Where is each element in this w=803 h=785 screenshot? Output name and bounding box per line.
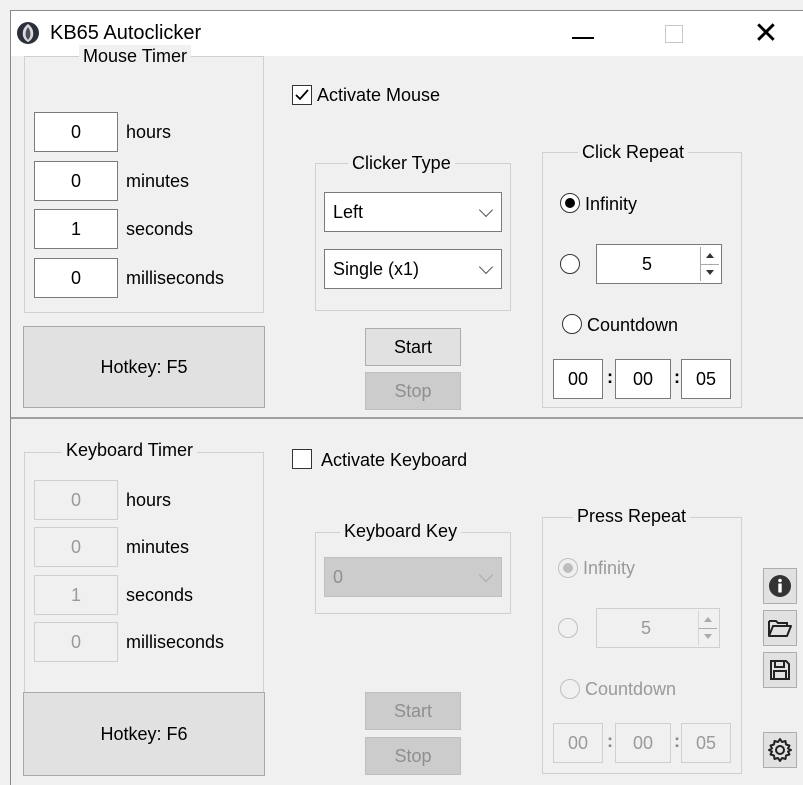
arrow-down-icon <box>706 270 714 275</box>
clicker-type-title: Clicker Type <box>348 152 455 174</box>
keyboard-key-title: Keyboard Key <box>340 520 462 542</box>
save-icon <box>770 660 790 680</box>
activate-keyboard-label: Activate Keyboard <box>321 450 468 470</box>
press-repeat-infinity-radio[interactable] <box>558 558 578 578</box>
save-button[interactable] <box>763 652 797 688</box>
click-repeat-infinity-label: Infinity <box>585 194 638 214</box>
window-title: KB65 Autoclicker <box>50 22 202 44</box>
keyboard-key-select-value: 0 <box>333 566 344 587</box>
keyboard-seconds-input[interactable]: 1 <box>34 575 118 615</box>
mouse-minutes-label: minutes <box>126 171 190 191</box>
click-countdown-minutes-input[interactable]: 00 <box>615 359 671 399</box>
minimize-icon <box>572 36 594 39</box>
chevron-down-icon <box>478 202 494 218</box>
mouse-seconds-label: seconds <box>126 219 194 239</box>
mouse-minutes-input[interactable]: 0 <box>34 161 118 201</box>
settings-gear-icon <box>768 738 792 762</box>
mouse-hotkey-button[interactable]: Hotkey: F5 <box>23 326 265 408</box>
keyboard-start-button[interactable]: Start <box>365 692 461 730</box>
arrow-up-icon <box>704 617 712 622</box>
time-separator: : <box>607 367 613 387</box>
press-repeat-count-value: 5 <box>640 617 651 638</box>
time-separator: : <box>607 731 613 751</box>
keyboard-hours-label: hours <box>126 490 172 510</box>
time-separator: : <box>674 367 680 387</box>
mouse-stop-button[interactable]: Stop <box>365 372 461 410</box>
mouse-seconds-input[interactable]: 1 <box>34 209 118 249</box>
press-repeat-countdown-radio[interactable] <box>560 679 580 699</box>
mouse-milliseconds-label: milliseconds <box>126 268 225 288</box>
close-button[interactable]: ✕ <box>740 11 792 56</box>
radio-selected-dot <box>565 198 575 208</box>
spinner-up-button[interactable] <box>701 247 719 265</box>
press-repeat-title: Press Repeat <box>573 505 691 527</box>
maximize-icon <box>665 24 683 43</box>
click-repeat-title: Click Repeat <box>578 141 689 163</box>
time-separator: : <box>674 731 680 751</box>
close-icon: ✕ <box>753 15 779 51</box>
click-type-select-value: Single (x1) <box>333 258 420 279</box>
section-divider <box>11 417 803 419</box>
mouse-milliseconds-input[interactable]: 0 <box>34 258 118 298</box>
activate-mouse-checkbox[interactable] <box>292 85 312 105</box>
press-countdown-minutes-input[interactable]: 00 <box>615 723 671 763</box>
press-countdown-seconds-input[interactable]: 05 <box>681 723 731 763</box>
click-countdown-hours-input[interactable]: 00 <box>553 359 603 399</box>
keyboard-timer-title: Keyboard Timer <box>62 439 198 461</box>
click-repeat-count-radio[interactable] <box>560 254 580 274</box>
settings-button[interactable] <box>763 732 797 768</box>
info-button[interactable] <box>763 568 797 604</box>
keyboard-milliseconds-label: milliseconds <box>126 632 225 652</box>
click-type-select[interactable]: Single (x1) <box>324 249 502 289</box>
click-countdown-seconds-input[interactable]: 05 <box>681 359 731 399</box>
press-countdown-hours-input[interactable]: 00 <box>553 723 603 763</box>
spinner-buttons <box>700 247 719 281</box>
click-repeat-infinity-radio[interactable] <box>560 193 580 213</box>
mouse-hours-label: hours <box>126 122 172 142</box>
press-repeat-count-spinner[interactable]: 5 <box>596 608 720 648</box>
checkmark-icon <box>295 89 309 101</box>
activate-mouse-label: Activate Mouse <box>317 85 441 105</box>
spinner-buttons <box>698 611 717 645</box>
keyboard-key-select[interactable]: 0 <box>324 557 502 597</box>
mouse-hours-input[interactable]: 0 <box>34 112 118 152</box>
arrow-up-icon <box>706 253 714 258</box>
click-repeat-countdown-label: Countdown <box>587 315 679 335</box>
arrow-down-icon <box>704 634 712 639</box>
spinner-up-button[interactable] <box>699 611 717 629</box>
press-repeat-countdown-label: Countdown <box>585 679 677 699</box>
keyboard-hotkey-button[interactable]: Hotkey: F6 <box>23 692 265 776</box>
click-repeat-countdown-radio[interactable] <box>562 314 582 334</box>
click-repeat-count-value: 5 <box>641 253 652 274</box>
mouse-button-select-value: Left <box>333 201 364 222</box>
keyboard-seconds-label: seconds <box>126 585 194 605</box>
chevron-down-icon <box>478 259 494 275</box>
maximize-button[interactable] <box>648 11 700 56</box>
keyboard-milliseconds-input[interactable]: 0 <box>34 622 118 662</box>
spinner-down-button[interactable] <box>699 628 717 645</box>
info-icon <box>769 575 791 597</box>
keyboard-minutes-label: minutes <box>126 537 190 557</box>
keyboard-hours-input[interactable]: 0 <box>34 480 118 520</box>
minimize-button[interactable] <box>557 11 609 56</box>
app-logo-icon <box>16 21 40 45</box>
activate-keyboard-checkbox[interactable] <box>292 449 312 469</box>
mouse-timer-title: Mouse Timer <box>79 45 192 67</box>
keyboard-stop-button[interactable]: Stop <box>365 737 461 775</box>
press-repeat-infinity-label: Infinity <box>583 558 636 578</box>
folder-open-icon <box>768 620 792 637</box>
open-file-button[interactable] <box>763 610 797 646</box>
keyboard-minutes-input[interactable]: 0 <box>34 527 118 567</box>
spinner-down-button[interactable] <box>701 264 719 281</box>
radio-selected-dot <box>563 563 573 573</box>
click-repeat-count-spinner[interactable]: 5 <box>596 244 722 284</box>
chevron-down-icon <box>478 567 494 583</box>
press-repeat-count-radio[interactable] <box>558 618 578 638</box>
mouse-start-button[interactable]: Start <box>365 328 461 366</box>
mouse-button-select[interactable]: Left <box>324 192 502 232</box>
